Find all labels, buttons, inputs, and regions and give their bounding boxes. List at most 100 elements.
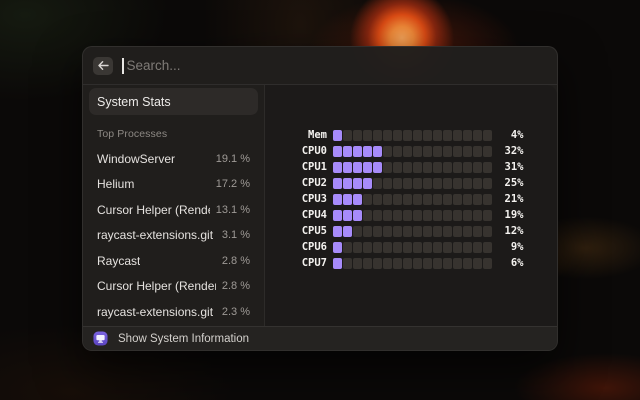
meter-cell [353, 194, 362, 205]
meter-cell [393, 130, 402, 141]
meter-row: CPU321% [265, 191, 557, 207]
meter-cell [393, 258, 402, 269]
section-header-top-processes: Top Processes [97, 128, 250, 140]
meter-cell [333, 210, 342, 221]
meter-cell [393, 178, 402, 189]
meter-label: Mem [265, 129, 327, 141]
meter-cells [333, 242, 492, 253]
meter-cell [403, 258, 412, 269]
meter-cell [373, 178, 382, 189]
meter-row: CPU419% [265, 207, 557, 223]
meter-cells [333, 130, 492, 141]
meter-row: CPU69% [265, 239, 557, 255]
footer-action-bar[interactable]: Show System Information [83, 326, 557, 350]
meter-cell [473, 146, 482, 157]
meter-cell [433, 194, 442, 205]
meter-percent: 21% [492, 193, 524, 205]
meter-cell [383, 226, 392, 237]
process-list: WindowServer19.1 %Helium17.2 %Cursor Hel… [89, 146, 258, 325]
process-row[interactable]: Helium17.2 % [89, 172, 258, 198]
meter-cell [423, 178, 432, 189]
meter-cell [373, 242, 382, 253]
sidebar: System Stats Top Processes WindowServer1… [83, 85, 265, 326]
meter-cell [423, 258, 432, 269]
meter-cell [393, 146, 402, 157]
meter-label: CPU0 [265, 145, 327, 157]
meter-cell [363, 194, 372, 205]
meter-cell [423, 242, 432, 253]
meter-cell [413, 210, 422, 221]
meter-cell [433, 146, 442, 157]
meter-cell [343, 194, 352, 205]
meter-cell [343, 130, 352, 141]
meter-cell [353, 258, 362, 269]
meter-cells [333, 210, 492, 221]
meter-cell [363, 210, 372, 221]
meter-cell [463, 130, 472, 141]
meter-cell [413, 194, 422, 205]
meter-cell [353, 146, 362, 157]
meter-cell [423, 162, 432, 173]
meter-cell [403, 178, 412, 189]
meter-cell [353, 242, 362, 253]
meter-cell [423, 130, 432, 141]
meter-cell [333, 194, 342, 205]
meter-cell [403, 194, 412, 205]
meter-percent: 9% [492, 241, 524, 253]
meter-percent: 25% [492, 177, 524, 189]
footer-action-label: Show System Information [118, 333, 249, 345]
meter-cell [343, 242, 352, 253]
meter-cell [383, 210, 392, 221]
meter-cell [403, 226, 412, 237]
back-button[interactable] [93, 57, 113, 75]
meter-cell [433, 130, 442, 141]
process-row[interactable]: Cursor Helper (Renderer)13.1 % [89, 197, 258, 223]
meter-cell [463, 226, 472, 237]
meter-cell [453, 178, 462, 189]
meter-cell [363, 162, 372, 173]
meter-percent: 6% [492, 257, 524, 269]
meter-cell [363, 146, 372, 157]
meter-cell [383, 242, 392, 253]
meter-cell [413, 178, 422, 189]
process-cpu-value: 13.1 % [216, 204, 250, 216]
meter-cell [373, 162, 382, 173]
meter-cells [333, 226, 492, 237]
system-stats-panel: Mem4%CPU032%CPU131%CPU225%CPU321%CPU419%… [265, 85, 557, 326]
meter-cell [483, 146, 492, 157]
search-input[interactable] [124, 58, 546, 73]
meter-list: Mem4%CPU032%CPU131%CPU225%CPU321%CPU419%… [265, 127, 557, 271]
process-row[interactable]: raycast-extensions.git2.3 % [89, 299, 258, 325]
meter-cell [383, 130, 392, 141]
meter-cell [453, 146, 462, 157]
meter-cell [413, 258, 422, 269]
meter-cell [473, 178, 482, 189]
process-cpu-value: 2.3 % [222, 306, 250, 318]
process-row[interactable]: Raycast2.8 % [89, 248, 258, 274]
meter-cell [443, 130, 452, 141]
meter-cell [433, 226, 442, 237]
meter-cell [483, 242, 492, 253]
meter-cell [443, 210, 452, 221]
meter-cell [483, 162, 492, 173]
process-name: Raycast [97, 254, 140, 268]
process-name: Cursor Helper (Renderer) [97, 279, 216, 293]
meter-cell [343, 258, 352, 269]
meter-cells [333, 258, 492, 269]
process-row[interactable]: Cursor Helper (Renderer)2.8 % [89, 274, 258, 300]
process-cpu-value: 19.1 % [216, 153, 250, 165]
meter-cell [373, 210, 382, 221]
meter-cell [373, 146, 382, 157]
process-row[interactable]: WindowServer19.1 % [89, 146, 258, 172]
sidebar-item-system-stats[interactable]: System Stats [89, 88, 258, 115]
meter-cell [473, 242, 482, 253]
meter-cell [413, 130, 422, 141]
meter-cell [333, 258, 342, 269]
meter-cell [463, 242, 472, 253]
process-row[interactable]: raycast-extensions.git3.1 % [89, 223, 258, 249]
meter-cell [473, 226, 482, 237]
meter-cell [453, 194, 462, 205]
meter-cell [433, 210, 442, 221]
meter-cell [393, 210, 402, 221]
meter-cell [463, 210, 472, 221]
